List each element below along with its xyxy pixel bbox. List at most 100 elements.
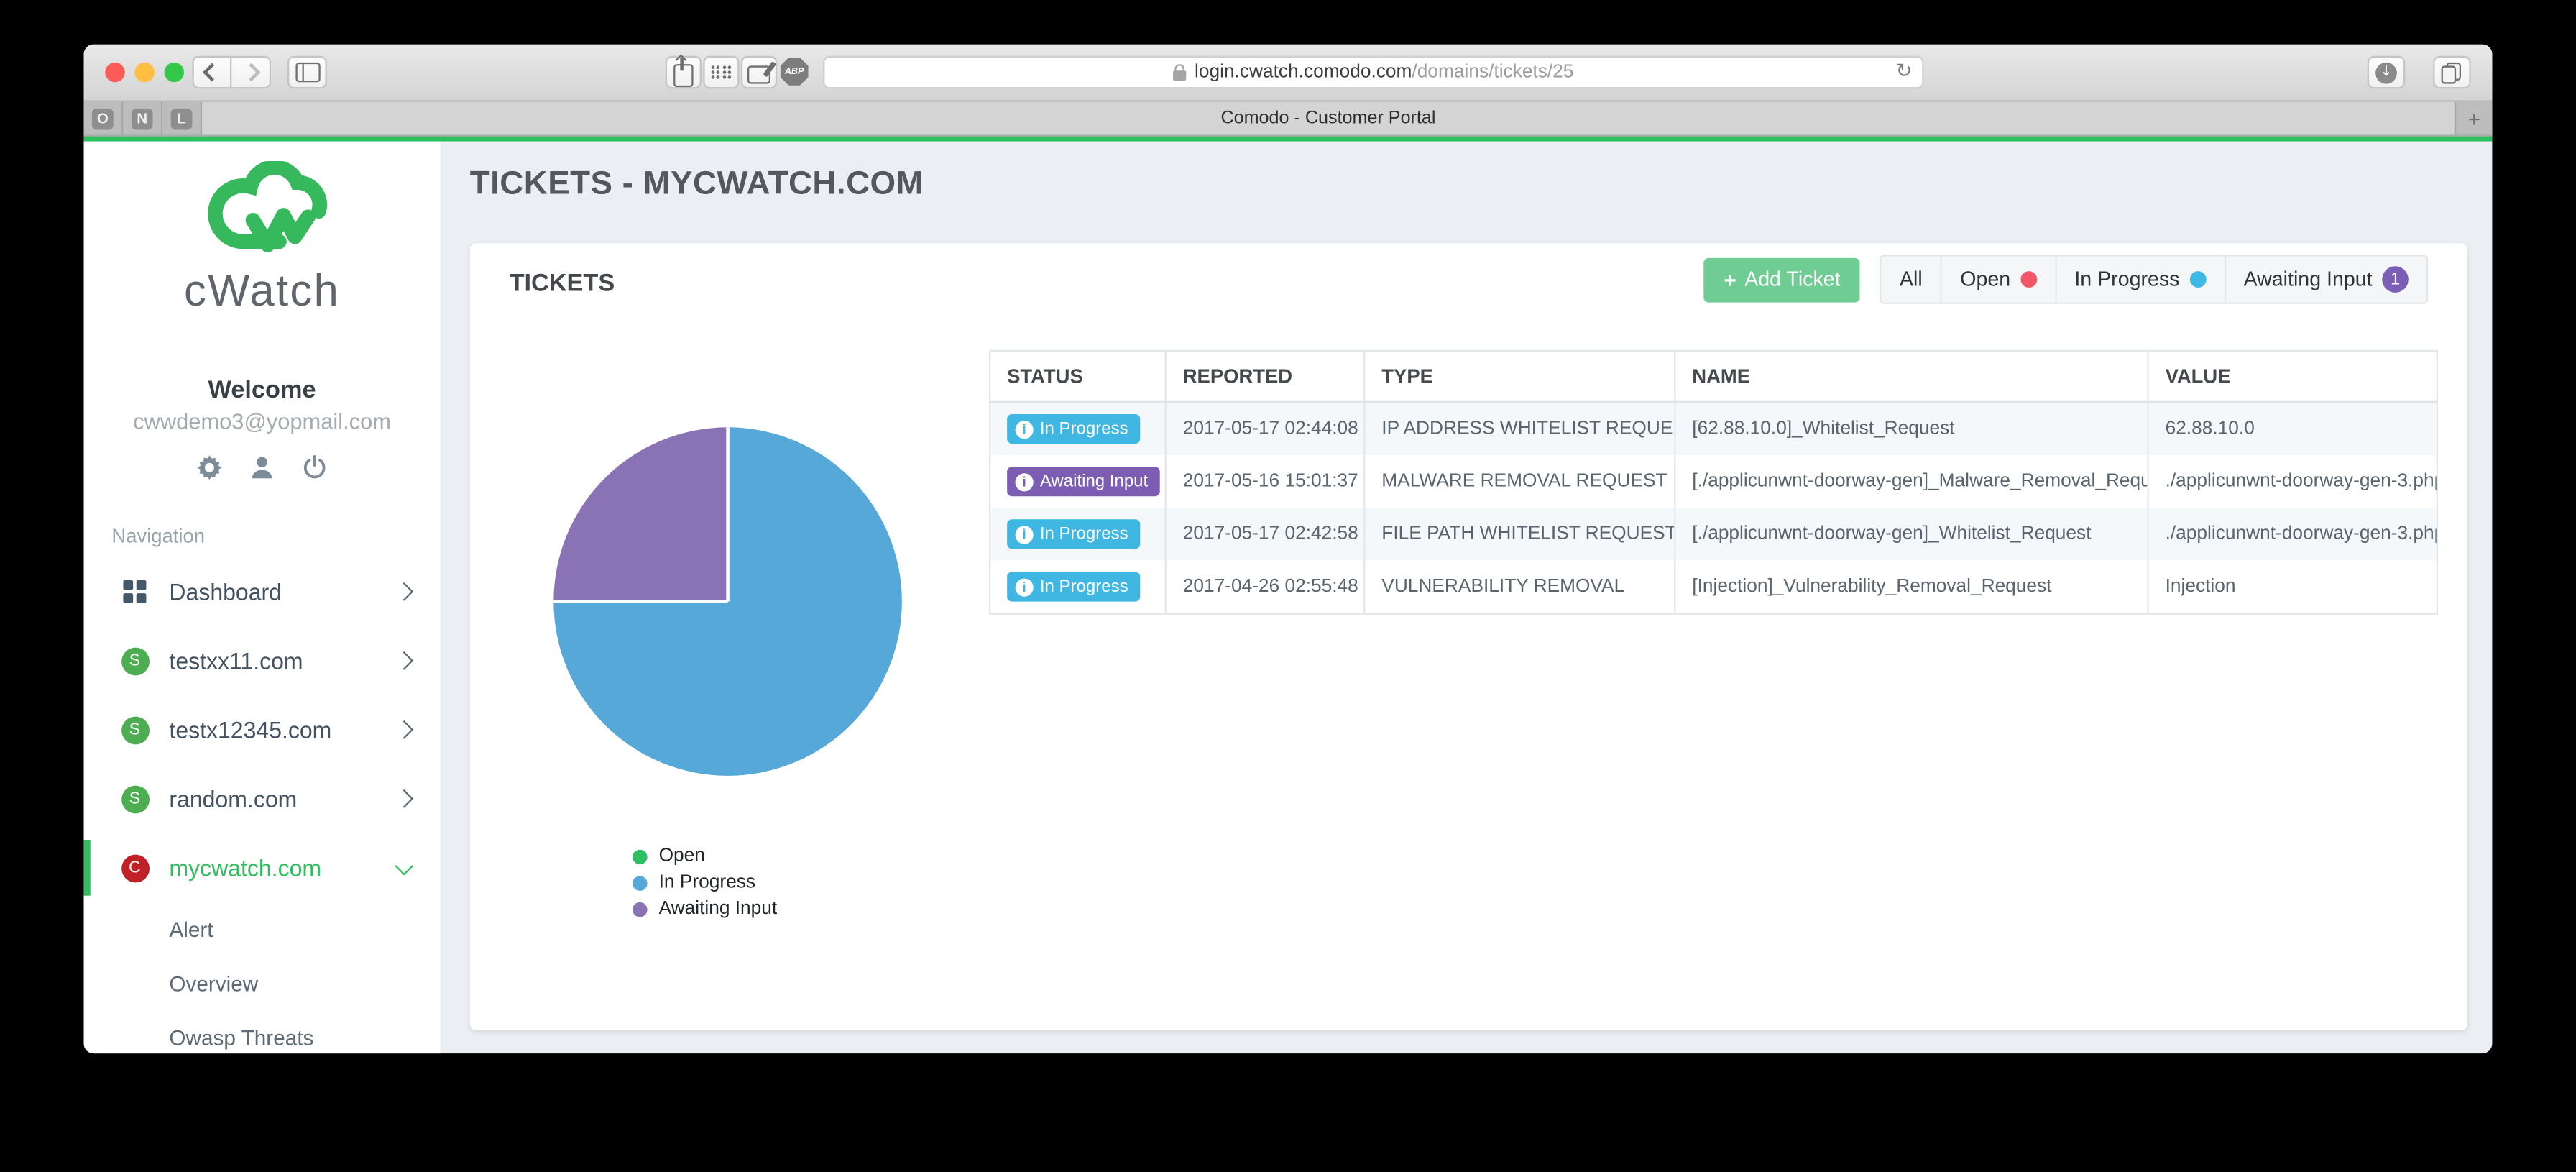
sidebar-item-dashboard[interactable]: Dashboard bbox=[84, 557, 441, 626]
cell-value: Injection bbox=[2148, 560, 2437, 613]
filter-all[interactable]: All bbox=[1882, 257, 1942, 303]
table-header-status: STATUS bbox=[990, 351, 1166, 402]
share-button[interactable] bbox=[666, 56, 702, 89]
filter-count-badge: 1 bbox=[2382, 266, 2409, 293]
filter-awaiting-input[interactable]: Awaiting Input 1 bbox=[2225, 257, 2426, 303]
cell-status: i In Progress bbox=[990, 508, 1166, 560]
plus-icon: + bbox=[1724, 267, 1736, 291]
site-letter-badge: S bbox=[121, 715, 149, 743]
settings-button[interactable] bbox=[197, 455, 221, 480]
sidebar-toggle-button[interactable] bbox=[288, 56, 327, 89]
grid-icon bbox=[711, 65, 731, 80]
pinned-tab-icon: L bbox=[171, 108, 193, 129]
browser-toolbar: ABP login.cwatch.comodo.com/domains/tick… bbox=[84, 45, 2493, 102]
cell-value: ./applicunwnt-doorway-gen-3.php bbox=[2148, 455, 2437, 508]
tickets-panel: TICKETS + Add Ticket AllOpenIn ProgressA… bbox=[470, 243, 2467, 1030]
panel-controls: + Add Ticket All Open In Progress Awaiting … bbox=[1704, 257, 2428, 303]
filter-label: All bbox=[1900, 268, 1923, 291]
legend-item-open: Open bbox=[632, 843, 777, 870]
logout-button[interactable] bbox=[303, 455, 327, 480]
filter-open[interactable]: Open bbox=[1942, 257, 2056, 303]
chevron-right-icon bbox=[395, 582, 413, 601]
extensions-button[interactable] bbox=[703, 56, 739, 89]
submenu-item-overview[interactable]: Overview bbox=[84, 956, 441, 1010]
site-letter-badge: S bbox=[121, 784, 149, 812]
submenu-item-alert[interactable]: Alert bbox=[84, 902, 441, 956]
sidebar-item-testx12345-com[interactable]: Stestx12345.com bbox=[84, 695, 441, 764]
table-row[interactable]: iIn Progress2017-04-26 02:55:48VULNERABI… bbox=[990, 560, 2437, 613]
pinned-tab-n[interactable]: N bbox=[123, 102, 162, 135]
cell-value: ./applicunwnt-doorway-gen-3.php bbox=[2148, 508, 2437, 560]
user-icon bbox=[249, 455, 274, 480]
tab-title: Comodo - Customer Portal bbox=[1220, 109, 1435, 128]
show-tabs-button[interactable] bbox=[2433, 56, 2471, 89]
table-row[interactable]: iIn Progress2017-05-17 02:42:58FILE PATH… bbox=[990, 508, 2437, 560]
cell-status: iAwaiting Input bbox=[990, 455, 1166, 508]
pinned-tab-icon: O bbox=[92, 108, 114, 129]
sidebar-item-random-com[interactable]: Srandom.com bbox=[84, 764, 441, 833]
zoom-window-button[interactable] bbox=[165, 63, 184, 82]
minimize-window-button[interactable] bbox=[134, 63, 154, 82]
reload-icon[interactable]: ↻ bbox=[1896, 59, 1913, 82]
status-badge-label: In Progress bbox=[1040, 577, 1128, 596]
cell-name: [Injection]_Vulnerability_Removal_Reques… bbox=[1675, 560, 2148, 613]
account-actions bbox=[84, 455, 441, 480]
chevron-right-icon bbox=[395, 789, 413, 808]
downloads-button[interactable]: ↓ bbox=[2368, 56, 2406, 89]
cell-reported: 2017-04-26 02:55:48 bbox=[1166, 560, 1365, 613]
address-bar[interactable]: login.cwatch.comodo.com/domains/tickets/… bbox=[823, 56, 1923, 89]
tab-bar: ONL Comodo - Customer Portal + bbox=[84, 102, 2493, 137]
table-row[interactable]: iAwaiting Input2017-05-16 15:01:37MALWAR… bbox=[990, 455, 2437, 508]
sidebar: cWatch Welcome cwwdemo3@yopmail.com Navi… bbox=[84, 142, 441, 1054]
filter-label: Awaiting Input bbox=[2244, 268, 2373, 291]
new-tab-button[interactable]: + bbox=[2455, 102, 2493, 135]
url-path: /domains/tickets/25 bbox=[1412, 63, 1573, 82]
pinned-tab-l[interactable]: L bbox=[162, 102, 202, 135]
forward-button[interactable] bbox=[231, 56, 271, 89]
adblock-button[interactable]: ABP bbox=[781, 58, 809, 86]
legend-dot-icon bbox=[632, 875, 648, 890]
cell-status: i In Progress bbox=[990, 560, 1166, 613]
url-host: login.cwatch.comodo.com bbox=[1195, 63, 1412, 82]
status-filter-group: All Open In Progress Awaiting Input 1 bbox=[1880, 255, 2428, 304]
chevron-right-icon bbox=[395, 720, 413, 739]
abp-icon: ABP bbox=[781, 58, 809, 86]
filter-in-progress[interactable]: In Progress bbox=[2056, 257, 2225, 303]
sidebar-item-mycwatch-com[interactable]: Cmycwatch.com bbox=[84, 833, 441, 902]
add-ticket-label: Add Ticket bbox=[1744, 268, 1840, 291]
sidebar-item-testxx11-com[interactable]: Stestxx11.com bbox=[84, 626, 441, 695]
info-icon: i bbox=[1016, 577, 1034, 595]
table-row[interactable]: iIn Progress2017-05-17 02:44:08IP ADDRES… bbox=[990, 402, 2437, 455]
tabs-icon bbox=[2444, 63, 2460, 82]
nav-items: DashboardStestxx11.comStestx12345.comSra… bbox=[84, 557, 441, 902]
status-badge-label: In Progress bbox=[1040, 524, 1128, 544]
back-button[interactable] bbox=[192, 56, 231, 89]
add-ticket-button[interactable]: + Add Ticket bbox=[1704, 257, 1860, 302]
legend-label: Open bbox=[659, 846, 705, 866]
legend-item-awaiting-input: Awaiting Input bbox=[632, 896, 777, 923]
sidebar-item-label: testxx11.com bbox=[169, 648, 303, 674]
active-tab[interactable]: Comodo - Customer Portal bbox=[202, 102, 2455, 135]
share-icon bbox=[673, 63, 693, 86]
table-header-value: VALUE bbox=[2148, 351, 2437, 402]
close-window-button[interactable] bbox=[105, 63, 124, 82]
pinned-tab-o[interactable]: O bbox=[84, 102, 124, 135]
site-letter-badge: C bbox=[121, 853, 149, 882]
legend-dot-icon bbox=[632, 849, 648, 864]
filter-label: In Progress bbox=[2074, 268, 2179, 291]
cell-type: FILE PATH WHITELIST REQUEST bbox=[1364, 508, 1675, 560]
table-header-reported: REPORTED bbox=[1166, 351, 1365, 402]
screenshot-stage: ABP login.cwatch.comodo.com/domains/tick… bbox=[0, 0, 2576, 1172]
page-title: TICKETS - MYCWATCH.COM bbox=[470, 166, 924, 204]
compose-button[interactable] bbox=[741, 56, 777, 89]
domain-submenu: AlertOverviewOwasp Threats bbox=[84, 902, 441, 1053]
cwatch-logo-icon bbox=[180, 161, 344, 263]
sidebar-item-label: testx12345.com bbox=[169, 717, 331, 743]
info-icon: i bbox=[1016, 525, 1034, 543]
status-badge: i In Progress bbox=[1007, 572, 1139, 601]
cell-name: [62.88.10.0]_Whitelist_Request bbox=[1675, 402, 2148, 455]
site-badge-icon: S bbox=[120, 646, 150, 674]
submenu-item-owasp-threats[interactable]: Owasp Threats bbox=[84, 1011, 441, 1053]
profile-button[interactable] bbox=[249, 455, 274, 480]
site-badge-icon: C bbox=[120, 853, 150, 882]
